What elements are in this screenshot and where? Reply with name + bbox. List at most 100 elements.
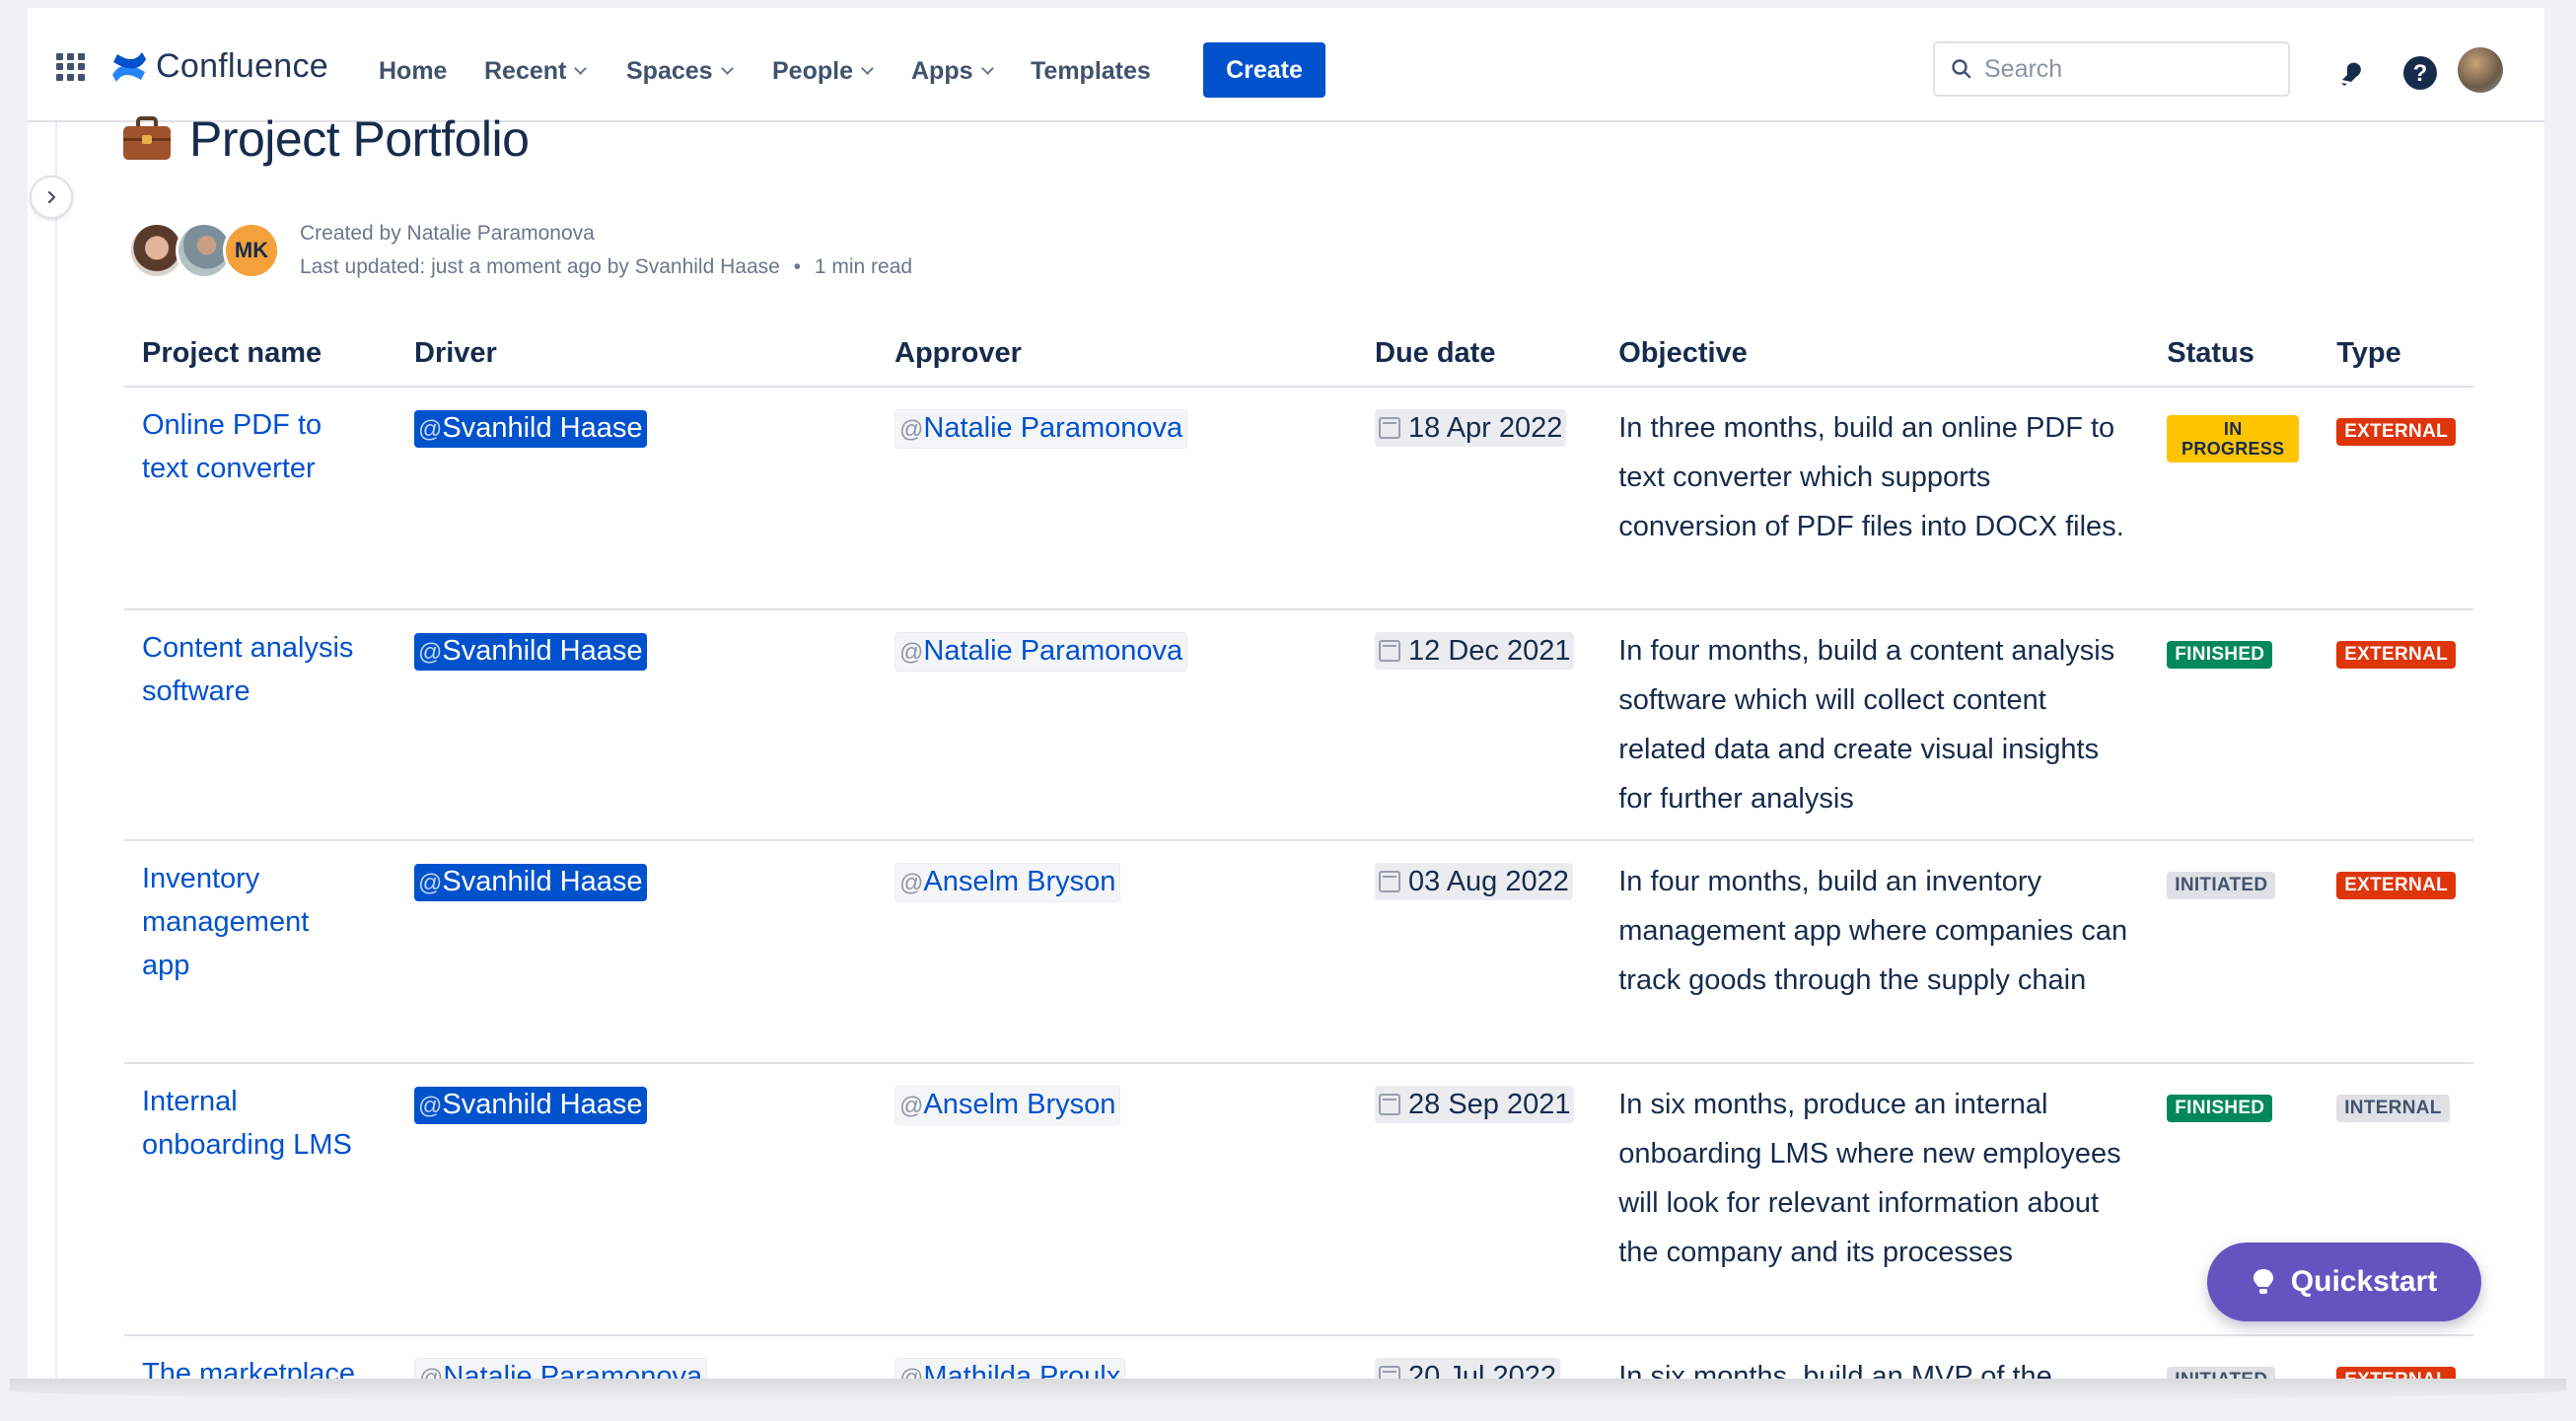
read-time: 1 min read [814, 255, 913, 278]
objective-text: In six months, build an MVP of the [1618, 1361, 2052, 1379]
nav-home[interactable]: Home [379, 57, 447, 86]
nav-recent-label: Recent [484, 57, 567, 85]
calendar-icon [1379, 417, 1400, 439]
due-date-text: 20 Jul 2022 [1408, 1361, 1556, 1379]
approver-mention[interactable]: @Natalie Paramonova [894, 632, 1188, 672]
nav-apps-label: Apps [911, 57, 973, 85]
driver-name: Svanhild Haase [442, 1089, 643, 1120]
table-row: Internal onboarding LMS @Svanhild Haase … [124, 1063, 2473, 1336]
at-sign: @ [418, 639, 443, 666]
nav-recent[interactable]: Recent [484, 57, 588, 86]
due-date-text: 12 Dec 2021 [1408, 635, 1571, 667]
notifications-button[interactable] [2331, 53, 2371, 93]
app-name: Confluence [156, 47, 329, 85]
chevron-down-icon [574, 62, 588, 75]
driver-mention[interactable]: @Svanhild Haase [414, 410, 647, 448]
approver-mention[interactable]: @Natalie Paramonova [894, 409, 1188, 449]
due-date[interactable]: 12 Dec 2021 [1375, 632, 1575, 670]
create-button[interactable]: Create [1203, 42, 1325, 98]
table-row: Inventory management app @Svanhild Haase… [124, 840, 2473, 1064]
type-badge: INTERNAL [2336, 1095, 2450, 1122]
due-date[interactable]: 20 Jul 2022 [1375, 1358, 1560, 1379]
created-by: Created by Natalie Paramonova [300, 222, 595, 245]
expand-sidebar-button[interactable] [30, 176, 73, 219]
byline-separator: • [793, 255, 802, 278]
help-button[interactable]: ? [2400, 53, 2440, 93]
table-row: Content analysis software @Svanhild Haas… [124, 609, 2473, 841]
lightbulb-icon [2253, 1269, 2273, 1294]
column-header[interactable]: Driver [396, 323, 877, 388]
chevron-down-icon [861, 62, 874, 75]
column-header[interactable]: Project name [124, 323, 396, 388]
approver-name: Natalie Paramonova [923, 635, 1183, 667]
svg-text:?: ? [2413, 60, 2428, 87]
column-header[interactable]: Type [2319, 323, 2473, 388]
window-shadow [10, 1379, 2566, 1402]
help-icon: ? [2403, 56, 2437, 90]
byline-text: Created by Natalie Paramonova Last updat… [300, 217, 912, 284]
due-date[interactable]: 28 Sep 2021 [1375, 1086, 1575, 1123]
contributor-avatar[interactable]: MK [223, 222, 280, 279]
at-sign: @ [418, 416, 443, 443]
nav-home-label: Home [379, 57, 448, 85]
driver-mention[interactable]: @Svanhild Haase [414, 1087, 647, 1124]
nav-templates[interactable]: Templates [1031, 57, 1151, 86]
approver-name: Mathilda Proulx [923, 1361, 1121, 1379]
project-link[interactable]: Internal onboarding LMS [142, 1080, 369, 1167]
status-badge: FINISHED [2167, 1095, 2273, 1122]
at-sign: @ [899, 1093, 924, 1119]
approver-mention[interactable]: @Anselm Bryson [894, 863, 1121, 902]
approver-name: Natalie Paramonova [923, 412, 1183, 444]
objective-text: In six months, produce an internal onboa… [1618, 1089, 2121, 1268]
nav-spaces[interactable]: Spaces [626, 57, 734, 86]
last-updated: Last updated: just a moment ago by Svanh… [300, 255, 780, 278]
confluence-logo[interactable]: Confluence [110, 47, 328, 86]
nav-people-label: People [772, 57, 853, 85]
driver-mention[interactable]: @Natalie Paramonova [414, 1358, 708, 1379]
driver-name: Svanhild Haase [442, 635, 643, 667]
bell-icon [2341, 62, 2361, 86]
type-badge: EXTERNAL [2336, 872, 2456, 899]
approver-mention[interactable]: @Anselm Bryson [894, 1086, 1121, 1125]
search-icon [1952, 59, 1971, 79]
nav-apps[interactable]: Apps [911, 57, 994, 86]
at-sign: @ [899, 416, 924, 443]
app-switcher-icon[interactable] [56, 53, 85, 81]
at-sign: @ [899, 870, 924, 896]
due-date[interactable]: 18 Apr 2022 [1375, 409, 1567, 447]
objective-text: In four months, build a content analysis… [1618, 635, 2115, 815]
column-header[interactable]: Approver [877, 323, 1357, 388]
approver-name: Anselm Bryson [923, 866, 1116, 897]
nav-templates-label: Templates [1031, 57, 1151, 85]
project-link[interactable]: Inventory management app [142, 857, 339, 987]
driver-mention[interactable]: @Svanhild Haase [414, 864, 647, 901]
user-avatar[interactable] [2458, 47, 2503, 93]
project-link[interactable]: The marketplace [142, 1352, 379, 1379]
at-sign: @ [899, 1365, 924, 1379]
due-date-text: 28 Sep 2021 [1408, 1089, 1571, 1120]
page-header: Project Portfolio [122, 110, 530, 168]
type-badge: EXTERNAL [2336, 641, 2456, 669]
due-date[interactable]: 03 Aug 2022 [1375, 863, 1573, 900]
objective-text: In four months, build an inventory manag… [1618, 866, 2128, 996]
search-input[interactable] [1984, 54, 2260, 84]
status-badge: IN PROGRESS [2167, 415, 2300, 462]
driver-name: Natalie Paramonova [443, 1361, 703, 1379]
briefcase-icon [123, 116, 171, 160]
approver-mention[interactable]: @Mathilda Proulx [894, 1358, 1126, 1379]
driver-mention[interactable]: @Svanhild Haase [414, 633, 647, 671]
driver-name: Svanhild Haase [442, 866, 643, 897]
avatar-initials: MK [234, 238, 269, 262]
page-title: Project Portfolio [189, 111, 530, 167]
nav-people[interactable]: People [772, 57, 874, 86]
column-header[interactable]: Objective [1601, 323, 2150, 388]
column-header[interactable]: Due date [1357, 323, 1602, 388]
quickstart-button[interactable]: Quickstart [2207, 1243, 2481, 1321]
status-badge: INITIATED [2167, 872, 2276, 899]
calendar-icon [1379, 1366, 1400, 1379]
table-row: Online PDF to text converter @Svanhild H… [124, 387, 2473, 610]
column-header[interactable]: Status [2149, 323, 2320, 388]
project-link[interactable]: Content analysis software [142, 626, 379, 713]
search-box[interactable] [1933, 41, 2290, 97]
project-link[interactable]: Online PDF to text converter [142, 403, 359, 490]
